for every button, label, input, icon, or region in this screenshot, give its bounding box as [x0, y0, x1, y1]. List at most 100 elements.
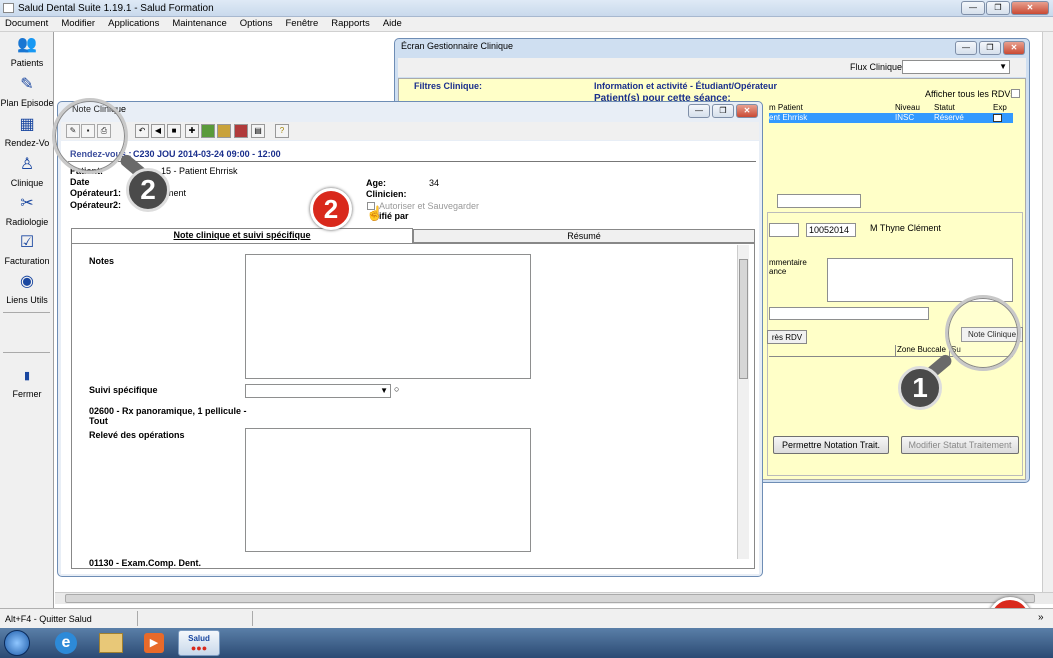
- nav-divider: [3, 312, 50, 313]
- close-button[interactable]: ✕: [1011, 1, 1049, 15]
- nav-label: Plan Episode: [0, 98, 54, 108]
- billing-icon: ☑: [19, 234, 35, 251]
- minimize-button[interactable]: —: [961, 1, 985, 15]
- nav-fermer[interactable]: ▮ Fermer: [0, 366, 54, 399]
- start-button[interactable]: [4, 630, 30, 656]
- col-patient: m Patient: [769, 103, 803, 112]
- vertical-scrollbar[interactable]: [1042, 32, 1053, 592]
- show-all-checkbox[interactable]: [1011, 89, 1020, 98]
- nav-label: Patients: [10, 58, 44, 68]
- flux-label: Flux Clinique:: [850, 62, 905, 72]
- expand-icon[interactable]: »: [1038, 612, 1044, 623]
- prev-icon[interactable]: ◀: [151, 124, 165, 138]
- tab-resume[interactable]: Résumé: [413, 229, 755, 243]
- note-restore-button[interactable]: ❐: [712, 104, 734, 118]
- radio-icon[interactable]: ○: [394, 384, 399, 394]
- clinic-dropdown[interactable]: [777, 194, 861, 208]
- nav-label: Facturation: [4, 256, 50, 266]
- status-hint: Alt+F4 - Quitter Salud: [5, 614, 92, 624]
- scroll-thumb[interactable]: [65, 594, 1035, 603]
- add-icon[interactable]: ✚: [185, 124, 199, 138]
- menu-rapports[interactable]: Rapports: [331, 17, 370, 31]
- nav-radiologie[interactable]: ✂ Radiologie: [0, 194, 54, 227]
- note-close-button[interactable]: ✕: [736, 104, 758, 118]
- clinic-field-left[interactable]: [769, 223, 799, 237]
- col-exp: Exp: [993, 103, 1007, 112]
- releve-textarea[interactable]: [245, 428, 531, 552]
- clinic-restore-button[interactable]: ❐: [979, 41, 1001, 55]
- menu-maintenance[interactable]: Maintenance: [172, 17, 226, 31]
- tab-note-clinique[interactable]: Note clinique et suivi spécifique: [71, 228, 413, 243]
- menu-fenetre[interactable]: Fenêtre: [286, 17, 319, 31]
- clinic-close-button[interactable]: ✕: [1003, 41, 1025, 55]
- operator1-label: Opérateur1:: [70, 188, 122, 198]
- row-exp-checkbox[interactable]: [993, 114, 1002, 122]
- note-minimize-button[interactable]: —: [688, 104, 710, 118]
- row-statut: Réservé: [934, 113, 964, 122]
- nav-liens-utils[interactable]: ◉ Liens Utils: [0, 272, 54, 305]
- picture-icon[interactable]: [217, 124, 231, 138]
- suivi-dropdown[interactable]: ▼: [245, 384, 391, 398]
- taskbar: e ▶ Salud ●●●: [0, 628, 1053, 658]
- nav-rendez-vous[interactable]: ▦ Rendez-Vo: [0, 115, 54, 148]
- nav-patients[interactable]: 👥 Patients: [0, 35, 54, 68]
- restore-button[interactable]: ❐: [986, 1, 1010, 15]
- permit-notation-button[interactable]: Permettre Notation Trait.: [773, 436, 889, 454]
- undo-icon[interactable]: ↶: [135, 124, 149, 138]
- clinician-name: M Thyne Clément: [870, 223, 941, 233]
- col-statut: Statut: [934, 103, 955, 112]
- status-bar: Alt+F4 - Quitter Salud »: [0, 608, 1053, 628]
- flux-dropdown[interactable]: ▼: [902, 60, 1010, 74]
- folder-icon[interactable]: [99, 633, 123, 653]
- row-niveau: INSC: [895, 113, 915, 122]
- id-field[interactable]: 10052014: [806, 223, 856, 237]
- menu-document[interactable]: Document: [5, 17, 48, 31]
- chevron-down-icon: ▼: [380, 386, 388, 395]
- browser-icon[interactable]: e: [55, 632, 77, 654]
- notes-label: Notes: [89, 256, 115, 266]
- tab-apres-rdv[interactable]: rès RDV: [767, 330, 807, 344]
- note-scrollbar[interactable]: [737, 245, 749, 559]
- horizontal-scrollbar[interactable]: [55, 592, 1053, 604]
- menu-modifier[interactable]: Modifier: [61, 17, 95, 31]
- note-toolbar: ✎ ▪ ⎙ ↶ ◀ ■ ✚ ▤ ?: [61, 122, 759, 140]
- clinic-minimize-button[interactable]: —: [955, 41, 977, 55]
- taskbar-salud[interactable]: Salud ●●●: [178, 630, 220, 656]
- suivi-label: Suivi spécifique: [89, 385, 158, 395]
- age-value: 34: [429, 178, 440, 188]
- nav-clinique[interactable]: ♙ Clinique: [0, 155, 54, 188]
- xray-icon: ✂: [20, 195, 34, 212]
- patients-grid-header: m Patient Niveau Statut Exp: [769, 103, 1013, 113]
- status-divider: [252, 611, 253, 626]
- magnifier-icon: [52, 98, 128, 174]
- nav-plan-episode[interactable]: ✎ Plan Episode: [0, 75, 54, 108]
- menu-aide[interactable]: Aide: [383, 17, 402, 31]
- rdv-value: C230 JOU 2014-03-24 09:00 - 12:00: [133, 149, 281, 159]
- modify-status-button[interactable]: Modifier Statut Traitement: [901, 436, 1019, 454]
- calculator-icon[interactable]: ▤: [251, 124, 265, 138]
- image-icon[interactable]: [201, 124, 215, 138]
- tooth-icon: ♙: [19, 156, 35, 173]
- nav-facturation[interactable]: ☑ Facturation: [0, 233, 54, 266]
- menu-applications[interactable]: Applications: [108, 17, 159, 31]
- info-label: Information et activité - Étudiant/Opéra…: [594, 81, 778, 91]
- media-player-icon[interactable]: ▶: [144, 633, 164, 653]
- notes-textarea[interactable]: [245, 254, 531, 379]
- menu-options[interactable]: Options: [240, 17, 273, 31]
- age-label: Age:: [366, 178, 386, 188]
- note-scroll-thumb[interactable]: [739, 259, 748, 379]
- stop-icon[interactable]: ■: [167, 124, 181, 138]
- comment-label-2: ance: [769, 267, 787, 276]
- calendar-icon: ▦: [19, 116, 35, 133]
- clinic-window-title: Écran Gestionnaire Clinique: [401, 41, 514, 51]
- patients-grid-row[interactable]: ent Ehrrisk INSC Réservé: [769, 113, 1013, 123]
- menu-bar: Document Modifier Applications Maintenan…: [0, 17, 1053, 32]
- cursor-hand-icon: ☝: [366, 205, 384, 221]
- col-empty: [769, 345, 895, 356]
- col-niveau: Niveau: [895, 103, 920, 112]
- comment-label: mmentaire: [769, 258, 807, 267]
- taskbar-salud-label: Salud: [188, 634, 210, 643]
- help-icon[interactable]: ?: [275, 124, 289, 138]
- document-icon[interactable]: [234, 124, 248, 138]
- clinic-select[interactable]: [769, 307, 929, 320]
